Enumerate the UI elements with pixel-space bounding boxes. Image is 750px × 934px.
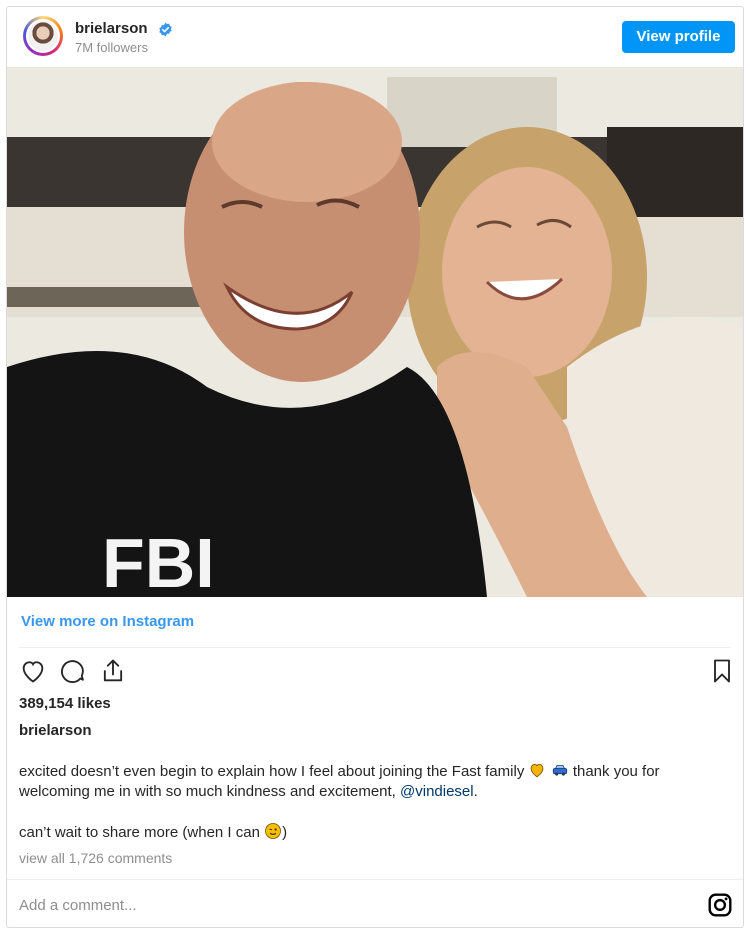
caption-period: . [473,783,478,800]
like-count[interactable]: 389,154 likes [19,695,111,712]
heart-icon[interactable] [19,657,47,685]
comment-input[interactable] [19,894,659,916]
instagram-embed-card: brielarson 7M followers View profile FBI… [6,6,744,928]
caption-line-2-text: can’t wait to share more (when I can [19,824,260,841]
post-photo-image: FBI [7,67,743,597]
avatar[interactable] [26,19,60,53]
view-profile-button[interactable]: View profile [622,21,735,53]
post-header: brielarson 7M followers View profile [7,7,743,67]
instagram-logo-icon[interactable] [707,892,733,918]
caption-text: excited doesn’t even begin to explain ho… [19,763,525,780]
post-caption: excited doesn’t even begin to explain ho… [19,761,731,802]
share-icon[interactable] [99,657,127,685]
view-all-comments-link[interactable]: view all 1,726 comments [19,850,172,866]
verified-badge-icon [159,22,172,37]
divider [19,647,731,648]
winking-face-emoji-icon [265,823,281,839]
mention-link[interactable]: @vindiesel [400,783,474,800]
profile-username[interactable]: brielarson [75,20,148,37]
avatar-ring[interactable] [23,16,63,56]
caption-line-2-end: ) [282,824,288,841]
svg-text:FBI: FBI [102,524,215,597]
caption-line-2: can’t wait to share more (when I can ) [19,822,287,841]
comment-bar [7,879,743,927]
yellow-heart-emoji-icon [531,763,544,778]
bookmark-icon[interactable] [708,657,736,685]
follower-count: 7M followers [75,40,148,55]
comment-bubble-icon[interactable] [59,657,87,685]
post-photo[interactable]: FBI [7,67,743,597]
car-emoji-icon [552,765,567,776]
caption-username[interactable]: brielarson [19,722,92,739]
view-more-link[interactable]: View more on Instagram [21,613,194,630]
